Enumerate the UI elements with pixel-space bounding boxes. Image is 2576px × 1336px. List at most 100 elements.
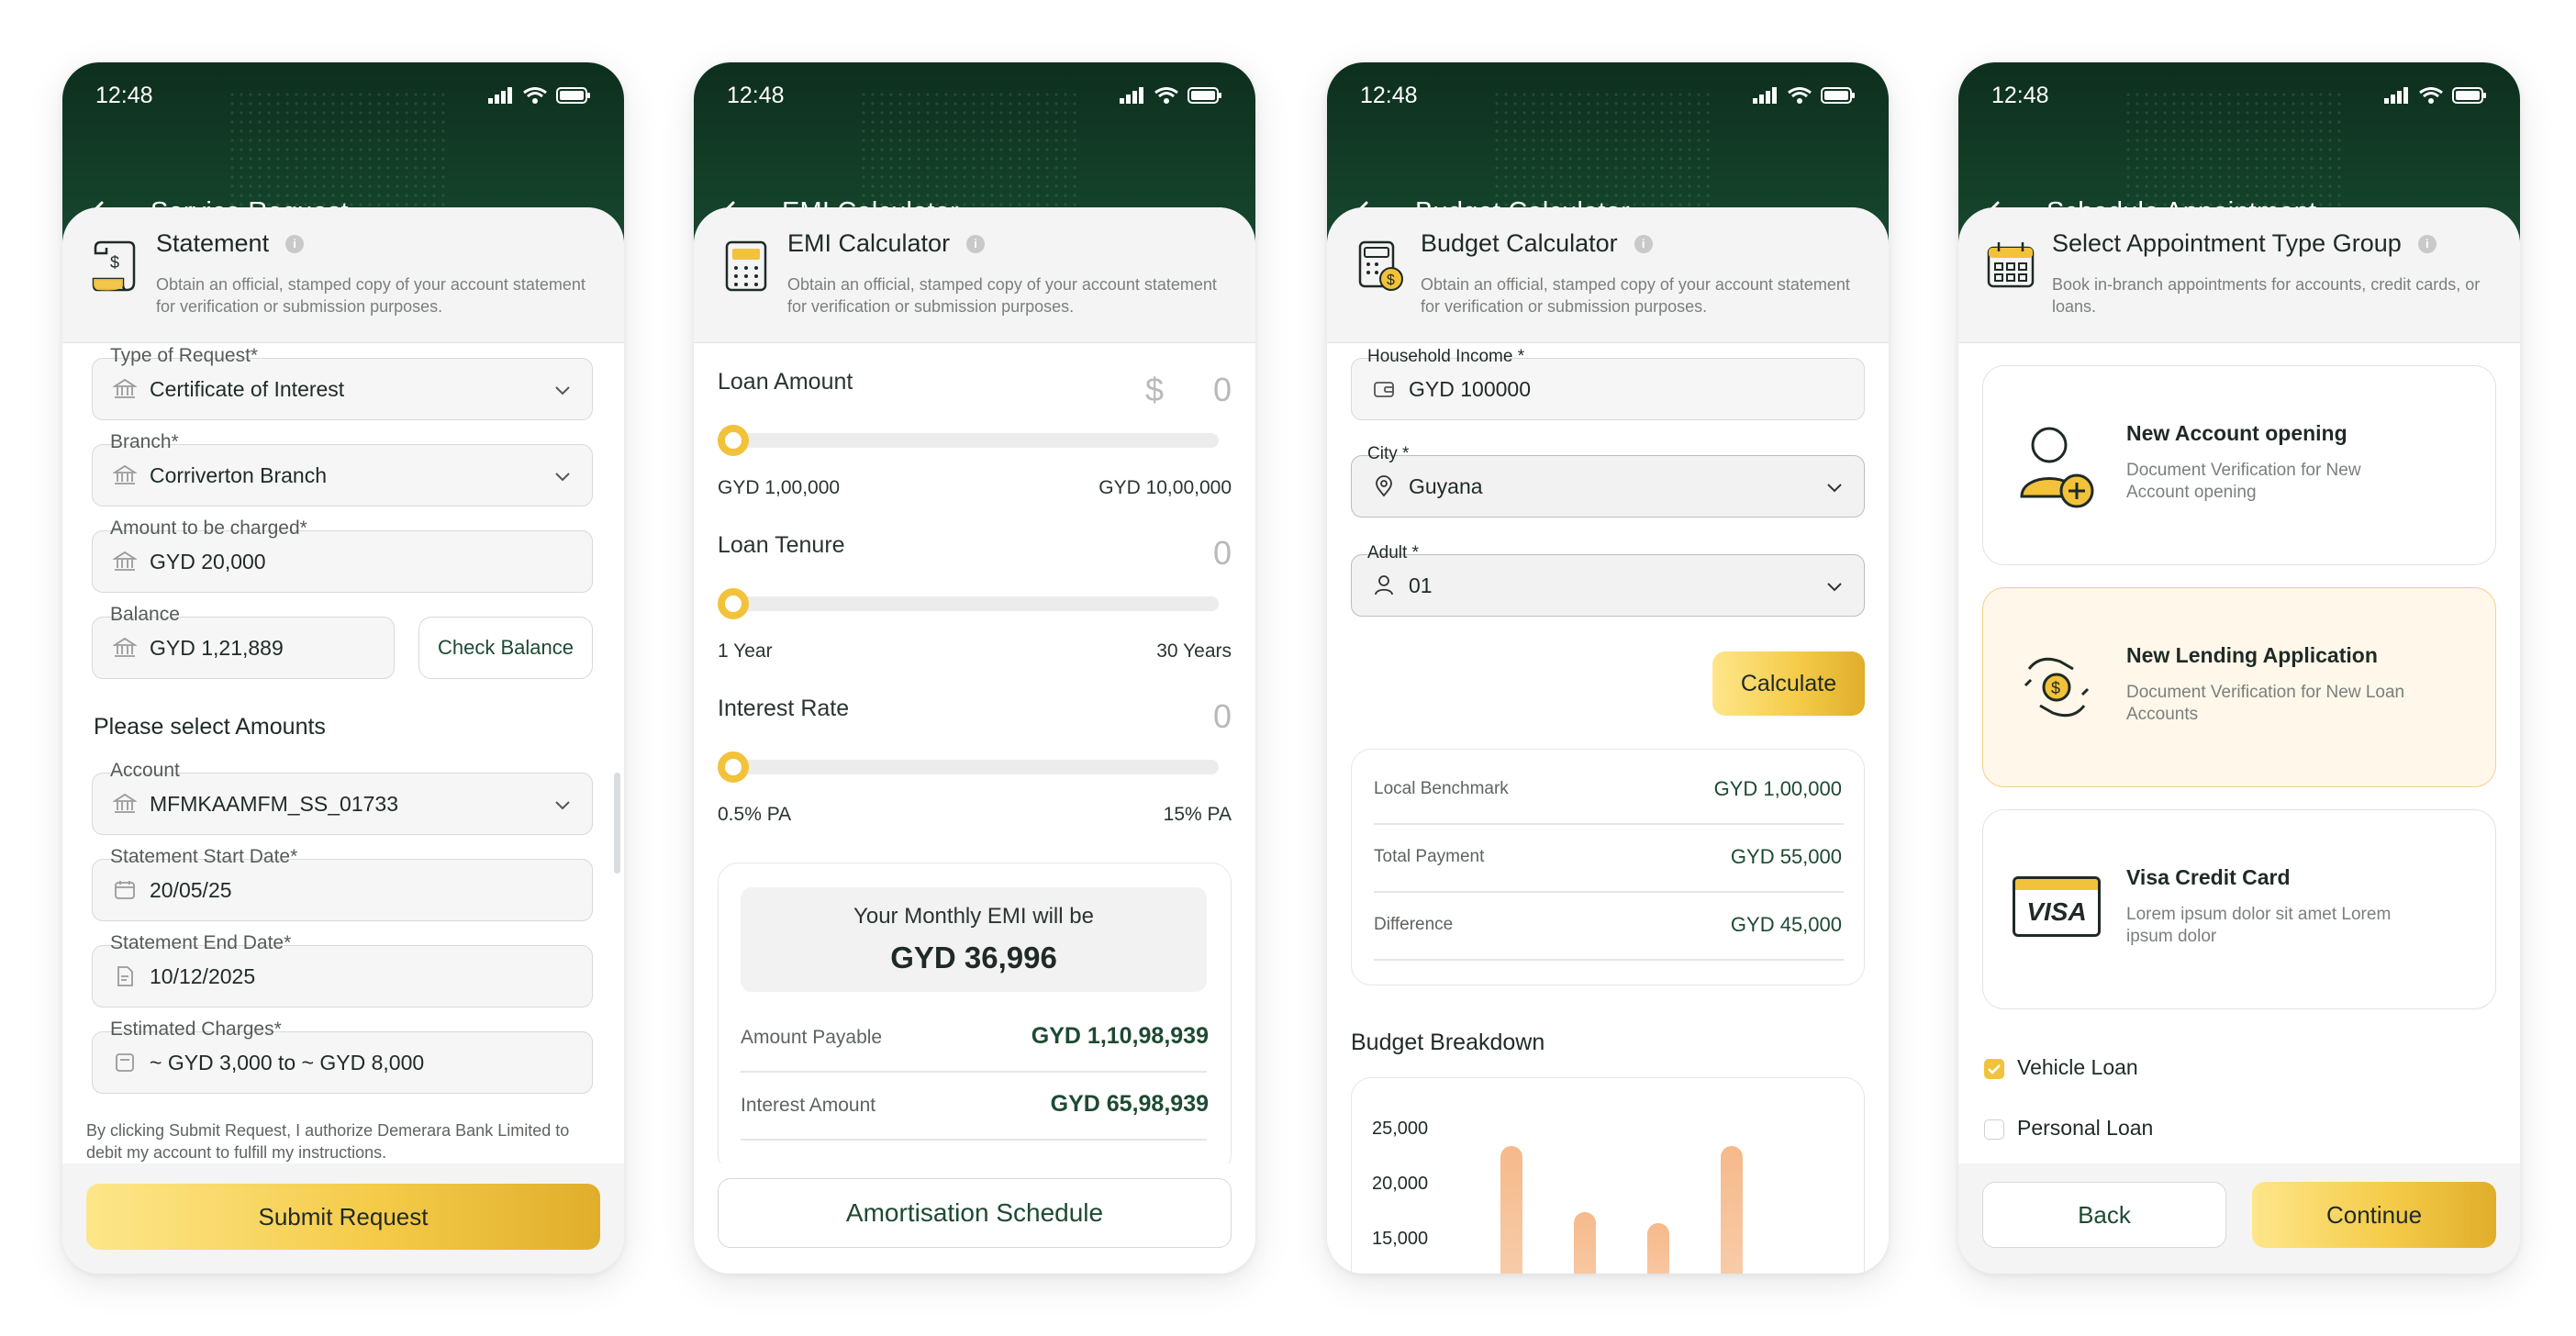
- budget-calculator-icon: $: [1358, 240, 1403, 291]
- check-balance-button[interactable]: Check Balance: [418, 617, 593, 679]
- statement-scroll-icon: $: [92, 240, 136, 292]
- intro-section: EMI Calculator i Obtain an official, stam…: [694, 207, 1255, 343]
- city-select[interactable]: Guyana: [1351, 455, 1865, 518]
- account-select[interactable]: MFMKAAMFM_SS_01733: [92, 773, 593, 835]
- difference-value: GYD 45,000: [1730, 913, 1842, 936]
- loan-tenure-knob[interactable]: [718, 588, 749, 619]
- adult-value: 01: [1409, 573, 1433, 597]
- loan-tenure-max: 30 Years: [1156, 640, 1232, 662]
- content-sheet: EMI Calculator i Obtain an official, stam…: [694, 207, 1255, 1274]
- loan-tenure-slider[interactable]: [718, 588, 1219, 619]
- household-income-value: GYD 100000: [1409, 376, 1531, 401]
- interest-amount-value: GYD 65,98,939: [1050, 1091, 1209, 1117]
- household-income-label: Household Income *: [1364, 347, 1529, 367]
- household-income-field[interactable]: GYD 100000: [1351, 358, 1865, 420]
- interest-rate-value[interactable]: 0: [1213, 697, 1232, 736]
- statement-start-date-value: 20/05/25: [150, 877, 232, 902]
- amount-payable-value: GYD 1,10,98,939: [1031, 1023, 1209, 1049]
- amount-payable-label: Amount Payable: [741, 1027, 883, 1048]
- chart-bar: [1721, 1146, 1743, 1274]
- status-time: 12:48: [1360, 82, 1418, 108]
- statement-start-date-label: Statement Start Date*: [106, 846, 302, 868]
- content-sheet: $ Statement i Obtain an official, stamped…: [62, 207, 624, 1274]
- chevron-down-icon: [555, 473, 570, 482]
- info-icon[interactable]: i: [1634, 234, 1653, 253]
- back-button[interactable]: Back: [1982, 1182, 2226, 1248]
- adult-label: Adult *: [1364, 543, 1422, 563]
- type-of-request-value: Certificate of Interest: [150, 376, 345, 401]
- calculate-button[interactable]: Calculate: [1712, 651, 1865, 716]
- bank-icon: [113, 793, 137, 813]
- divider: [1374, 959, 1844, 961]
- bank-icon: [113, 637, 137, 657]
- intro-title: Statement: [156, 229, 270, 257]
- intro-description: Obtain an official, stamped copy of your…: [156, 275, 585, 316]
- bank-icon: [113, 551, 137, 571]
- visa-logo-text: VISA: [2026, 897, 2087, 926]
- phone-schedule-appointment: 12:48 Schedule Appointment Select Appoin…: [1958, 62, 2520, 1274]
- continue-button[interactable]: Continue: [2252, 1182, 2496, 1248]
- city-value: Guyana: [1409, 473, 1483, 498]
- city-label: City *: [1364, 444, 1413, 464]
- statement-end-date-field[interactable]: 10/12/2025: [92, 945, 593, 1008]
- amount-charged-label: Amount to be charged*: [106, 518, 311, 540]
- calculator-body: Loan Amount $ 0 GYD 1,00,000 GYD 10,00,0…: [694, 343, 1255, 1274]
- appointment-option-visa[interactable]: VISA Visa Credit Card Lorem ipsum dolor …: [1982, 809, 2496, 1009]
- vehicle-loan-checkbox[interactable]: [1984, 1059, 2004, 1079]
- chart-bar: [1647, 1223, 1669, 1274]
- info-icon[interactable]: i: [285, 234, 305, 253]
- adult-select[interactable]: 01: [1351, 554, 1865, 617]
- person-icon: [1375, 575, 1393, 596]
- bank-icon: [113, 378, 137, 398]
- interest-rate-knob[interactable]: [718, 752, 749, 783]
- appointment-option-desc: Document Verification for New Account op…: [2126, 461, 2361, 502]
- loan-tenure-value[interactable]: 0: [1213, 534, 1232, 573]
- submit-request-button[interactable]: Submit Request: [86, 1184, 600, 1250]
- type-of-request-select[interactable]: Certificate of Interest: [92, 358, 593, 420]
- appointment-body: New Account opening Document Verificatio…: [1958, 343, 2520, 1274]
- branch-select[interactable]: Corriverton Branch: [92, 444, 593, 507]
- amount-charged-field[interactable]: GYD 20,000: [92, 530, 593, 593]
- status-bar: 12:48: [95, 77, 591, 114]
- chevron-down-icon: [1827, 484, 1842, 493]
- interest-rate-label: Interest Rate: [718, 696, 850, 721]
- phone-emi-calculator: 12:48 EMI Calculator EMI Calculator i Obt…: [694, 62, 1255, 1274]
- location-pin-icon: [1376, 475, 1392, 497]
- statement-start-date-field[interactable]: 20/05/25: [92, 859, 593, 921]
- intro-section: $ Budget Calculator i Obtain an official,…: [1327, 207, 1889, 343]
- chevron-down-icon: [555, 801, 570, 810]
- y-tick-label: 25,000: [1372, 1119, 1429, 1139]
- wifi-icon: [1788, 87, 1812, 104]
- scrollbar[interactable]: [614, 773, 620, 874]
- interest-rate-slider[interactable]: [718, 752, 1219, 783]
- intro-description: Obtain an official, stamped copy of your…: [1421, 275, 1850, 316]
- content-sheet: Select Appointment Type Group i Book in-b…: [1958, 207, 2520, 1274]
- difference-label: Difference: [1374, 915, 1454, 934]
- svg-text:$: $: [2051, 679, 2060, 697]
- amount-charged-value: GYD 20,000: [150, 549, 266, 573]
- status-bar: 12:48: [727, 77, 1222, 114]
- personal-loan-checkbox[interactable]: [1984, 1119, 2004, 1140]
- status-bar: 12:48: [1991, 77, 2487, 114]
- intro-description: Obtain an official, stamped copy of your…: [787, 275, 1217, 316]
- phone-service-request: 12:48 Service Request $ Statementi Obtai…: [62, 62, 624, 1274]
- info-icon[interactable]: i: [2417, 234, 2437, 253]
- budget-breakdown-chart: 25,000 20,000 15,000: [1351, 1077, 1865, 1274]
- y-tick-label: 15,000: [1372, 1229, 1429, 1249]
- stage: 12:48 Service Request $ Statementi Obtai…: [0, 0, 2576, 1336]
- loan-amount-knob[interactable]: [718, 425, 749, 456]
- info-icon[interactable]: i: [966, 234, 986, 253]
- appointment-option-title: Visa Credit Card: [2126, 865, 2291, 889]
- appointment-option-new-lending[interactable]: $ New Lending Application Document Verif…: [1982, 587, 2496, 787]
- check-icon: [1988, 1064, 2001, 1074]
- amortisation-schedule-button[interactable]: Amortisation Schedule: [718, 1178, 1232, 1248]
- intro-description: Book in-branch appointments for accounts…: [2052, 275, 2481, 316]
- local-benchmark-label: Local Benchmark: [1374, 779, 1509, 798]
- loan-amount-slider[interactable]: [718, 425, 1219, 456]
- intro-title: Select Appointment Type Group: [2052, 229, 2402, 257]
- loan-tenure-min: 1 Year: [718, 640, 773, 662]
- appointment-option-new-account[interactable]: New Account opening Document Verificatio…: [1982, 365, 2496, 565]
- appointment-option-title: New Account opening: [2126, 421, 2347, 445]
- loan-amount-value[interactable]: 0: [1213, 371, 1232, 409]
- y-tick-label: 20,000: [1372, 1174, 1429, 1194]
